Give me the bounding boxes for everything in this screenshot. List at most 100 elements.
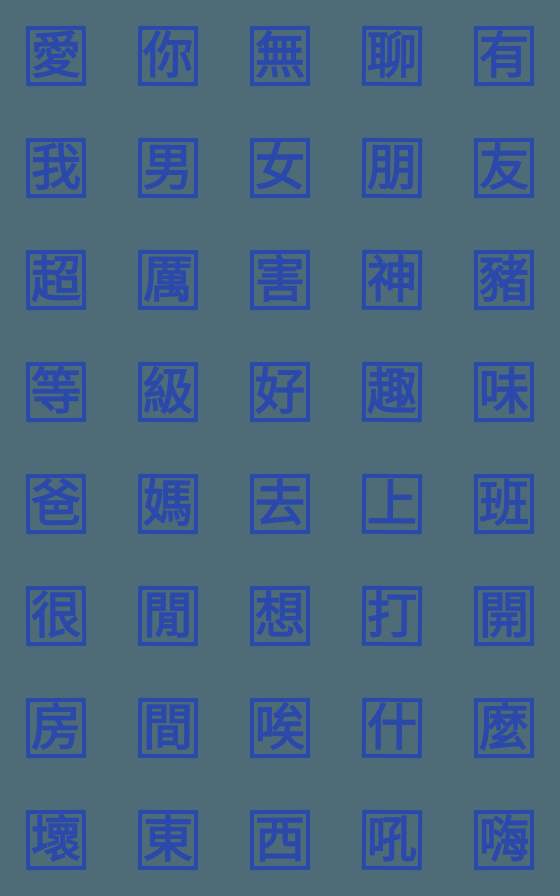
glyph-da-hit: 打 [366,586,418,645]
character-cell[interactable]: 神 [336,224,448,336]
character-cell[interactable]: 愛 [0,0,112,112]
character-cell[interactable]: 想 [224,560,336,672]
character-frame: 爸 [25,473,87,535]
character-frame: 厲 [137,249,199,311]
character-cell[interactable]: 間 [112,672,224,784]
character-cell[interactable]: 聊 [336,0,448,112]
character-cell[interactable]: 友 [448,112,560,224]
character-cell[interactable]: 女 [224,112,336,224]
character-frame: 嗨 [473,809,535,871]
character-frame: 開 [473,585,535,647]
glyph-ai-sigh: 唉 [254,698,306,757]
character-frame: 上 [361,473,423,535]
glyph-hou-roar: 吼 [366,810,418,869]
glyph-nan-male: 男 [142,138,194,197]
character-cell[interactable]: 朋 [336,112,448,224]
character-frame: 愛 [25,25,87,87]
character-cell[interactable]: 級 [112,336,224,448]
character-cell[interactable]: 嗨 [448,784,560,896]
character-frame: 你 [137,25,199,87]
glyph-ma-mom: 媽 [142,474,194,533]
character-cell[interactable]: 房 [0,672,112,784]
glyph-huai-bad: 壞 [30,810,82,869]
character-frame: 有 [473,25,535,87]
glyph-hai-harm: 害 [254,250,306,309]
character-frame: 什 [361,697,423,759]
glyph-hao-good: 好 [254,362,306,421]
glyph-dong-east: 東 [142,810,194,869]
character-frame: 等 [25,361,87,423]
character-cell[interactable]: 班 [448,448,560,560]
character-frame: 趣 [361,361,423,423]
character-frame: 去 [249,473,311,535]
character-cell[interactable]: 東 [112,784,224,896]
glyph-li-severe: 厲 [142,250,194,309]
character-frame: 壞 [25,809,87,871]
character-cell[interactable]: 上 [336,448,448,560]
glyph-wu-none: 無 [254,26,306,85]
character-frame: 聊 [361,25,423,87]
character-cell[interactable]: 無 [224,0,336,112]
character-frame: 很 [25,585,87,647]
character-frame: 媽 [137,473,199,535]
glyph-shen-god: 神 [366,250,418,309]
sticker-sheet: 愛 你 無 聊 有我 男 女 朋 友超 厲 害 神 豬等 級 好 趣 味爸 媽 去 上 班很 閒 想 打 開房 間 唉 什 麼壞 東 西 吼 嗨 [0,0,560,896]
character-cell[interactable]: 味 [448,336,560,448]
character-frame: 朋 [361,137,423,199]
character-frame: 味 [473,361,535,423]
glyph-ban-work: 班 [478,474,530,533]
character-frame: 神 [361,249,423,311]
character-frame: 麼 [473,697,535,759]
glyph-liao-chat: 聊 [366,26,418,85]
character-cell[interactable]: 等 [0,336,112,448]
character-frame: 級 [137,361,199,423]
character-cell[interactable]: 西 [224,784,336,896]
character-frame: 唉 [249,697,311,759]
character-cell[interactable]: 媽 [112,448,224,560]
glyph-xian-idle: 閒 [142,586,194,645]
character-frame: 東 [137,809,199,871]
character-frame: 好 [249,361,311,423]
character-cell[interactable]: 好 [224,336,336,448]
character-cell[interactable]: 什 [336,672,448,784]
character-cell[interactable]: 閒 [112,560,224,672]
glyph-me-what: 麼 [478,698,530,757]
character-cell[interactable]: 厲 [112,224,224,336]
character-cell[interactable]: 壞 [0,784,112,896]
character-cell[interactable]: 去 [224,448,336,560]
glyph-you-friend: 友 [478,138,530,197]
glyph-you-have: 有 [478,26,530,85]
character-cell[interactable]: 豬 [448,224,560,336]
character-frame: 打 [361,585,423,647]
character-frame: 害 [249,249,311,311]
character-cell[interactable]: 麼 [448,672,560,784]
glyph-shang-up: 上 [366,474,418,533]
glyph-wo-i: 我 [30,138,82,197]
character-cell[interactable]: 吼 [336,784,448,896]
character-cell[interactable]: 害 [224,224,336,336]
glyph-xi-west: 西 [254,810,306,869]
glyph-ai-love: 愛 [30,26,82,85]
character-frame: 閒 [137,585,199,647]
character-cell[interactable]: 有 [448,0,560,112]
character-cell[interactable]: 爸 [0,448,112,560]
character-cell[interactable]: 我 [0,112,112,224]
glyph-qu-interest: 趣 [366,362,418,421]
character-cell[interactable]: 很 [0,560,112,672]
character-cell[interactable]: 男 [112,112,224,224]
glyph-peng-friend: 朋 [366,138,418,197]
character-cell[interactable]: 打 [336,560,448,672]
character-frame: 班 [473,473,535,535]
glyph-nv-female: 女 [254,138,306,197]
glyph-ba-dad: 爸 [30,474,82,533]
glyph-ji-level: 級 [142,362,194,421]
character-cell[interactable]: 開 [448,560,560,672]
character-cell[interactable]: 你 [112,0,224,112]
character-cell[interactable]: 超 [0,224,112,336]
character-frame: 超 [25,249,87,311]
character-cell[interactable]: 趣 [336,336,448,448]
glyph-fang-room: 房 [30,698,82,757]
glyph-zhu-pig: 豬 [478,250,530,309]
character-cell[interactable]: 唉 [224,672,336,784]
glyph-jian-room: 間 [142,698,194,757]
